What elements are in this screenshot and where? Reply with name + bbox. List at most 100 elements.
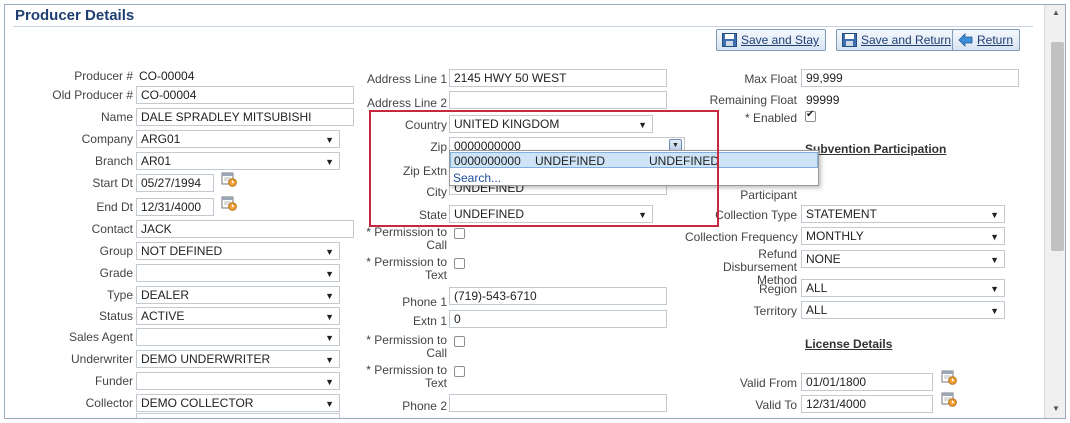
contact-field[interactable]: JACK xyxy=(136,220,354,238)
address-line-1-field[interactable]: 2145 HWY 50 WEST xyxy=(449,69,667,87)
region-label: Region xyxy=(758,282,797,296)
save-icon xyxy=(722,33,737,47)
underwriter-label: Underwriter xyxy=(70,352,133,366)
save-and-return-button[interactable]: Save and Return xyxy=(836,29,959,51)
max-float-label: Max Float xyxy=(744,72,797,86)
end-date-field[interactable]: 12/31/4000 xyxy=(136,198,214,216)
permission-to-text-2-label: * Permission to Text xyxy=(366,363,447,390)
valid-to-field[interactable]: 12/31/4000 xyxy=(801,395,933,413)
territory-select[interactable]: ALL ▼ xyxy=(801,301,1005,319)
old-producer-number-field[interactable]: CO-00004 xyxy=(136,86,354,104)
scrollbar-thumb[interactable] xyxy=(1051,42,1064,251)
save-and-stay-label: Save and Stay xyxy=(741,33,820,47)
start-date-label: Start Dt xyxy=(92,176,133,190)
phone-1-label: Phone 1 xyxy=(402,295,447,309)
return-label: Return xyxy=(977,33,1014,47)
refund-disbursement-select[interactable]: NONE ▼ xyxy=(801,250,1005,268)
chevron-down-icon: ▼ xyxy=(325,269,334,279)
chevron-down-icon: ▼ xyxy=(325,291,334,301)
permission-to-call-label: * Permission to Call xyxy=(366,225,447,252)
calendar-icon[interactable] xyxy=(941,391,957,407)
chevron-down-icon: ▼ xyxy=(325,377,334,387)
branch-value: AR01 xyxy=(141,154,172,168)
partial-select[interactable]: ▼ xyxy=(136,413,340,418)
license-details-heading: License Details xyxy=(805,337,893,351)
status-label: Status xyxy=(98,309,133,323)
valid-to-label: Valid To xyxy=(755,398,797,412)
collection-type-select[interactable]: STATEMENT ▼ xyxy=(801,205,1005,223)
territory-label: Territory xyxy=(753,304,797,318)
collector-value: DEMO COLLECTOR xyxy=(141,396,254,410)
valid-from-field[interactable]: 01/01/1800 xyxy=(801,373,933,391)
permission-to-text-label: * Permission to Text xyxy=(366,255,447,282)
phone-2-field[interactable] xyxy=(449,394,667,412)
address-line-2-field[interactable] xyxy=(449,91,667,109)
old-producer-number-label: Old Producer # xyxy=(52,88,133,102)
branch-label: Branch xyxy=(94,154,133,168)
type-select[interactable]: DEALER ▼ xyxy=(136,286,340,304)
permission-to-call-2-checkbox[interactable] xyxy=(454,336,465,347)
remaining-float-value: 99999 xyxy=(806,93,840,107)
address-line-2-label: Address Line 2 xyxy=(366,96,447,110)
chevron-down-icon: ▼ xyxy=(325,355,334,365)
save-icon xyxy=(842,33,857,47)
enabled-checkbox[interactable] xyxy=(805,109,816,122)
funder-select[interactable]: ▼ xyxy=(136,372,340,390)
collection-frequency-select[interactable]: MONTHLY ▼ xyxy=(801,227,1005,245)
sales-agent-select[interactable]: ▼ xyxy=(136,328,340,346)
permission-to-call-checkbox[interactable] xyxy=(454,228,465,239)
chevron-down-icon: ▼ xyxy=(325,399,334,409)
chevron-down-icon: ▼ xyxy=(990,284,999,294)
scroll-up-icon[interactable]: ▲ xyxy=(1052,8,1060,17)
collector-select[interactable]: DEMO COLLECTOR ▼ xyxy=(136,394,340,412)
collection-frequency-value: MONTHLY xyxy=(806,229,864,243)
company-select[interactable]: ARG01 ▼ xyxy=(136,130,340,148)
sales-agent-label: Sales Agent xyxy=(68,330,133,344)
chevron-down-icon: ▼ xyxy=(325,157,334,167)
underwriter-value: DEMO UNDERWRITER xyxy=(141,352,271,366)
title-divider xyxy=(13,26,1033,27)
calendar-icon[interactable] xyxy=(941,369,957,385)
vertical-scrollbar[interactable]: ▲ ▼ xyxy=(1044,5,1065,418)
grade-label: Grade xyxy=(99,266,133,280)
chevron-down-icon: ▼ xyxy=(325,333,334,343)
collector-label: Collector xyxy=(85,396,133,410)
calendar-icon[interactable] xyxy=(221,195,237,211)
end-date-label: End Dt xyxy=(96,200,133,214)
permission-to-text-checkbox[interactable] xyxy=(454,258,465,269)
save-and-return-label: Save and Return xyxy=(861,33,952,47)
phone-1-field[interactable]: (719)-543-6710 xyxy=(449,287,667,305)
territory-value: ALL xyxy=(806,303,828,317)
permission-to-text-2-checkbox[interactable] xyxy=(454,366,465,377)
collection-type-value: STATEMENT xyxy=(806,207,877,221)
grade-select[interactable]: ▼ xyxy=(136,264,340,282)
status-value: ACTIVE xyxy=(141,309,185,323)
name-label: Name xyxy=(100,110,133,124)
max-float-field[interactable]: 99,999 xyxy=(801,69,1019,87)
calendar-icon[interactable] xyxy=(221,171,237,187)
underwriter-select[interactable]: DEMO UNDERWRITER ▼ xyxy=(136,350,340,368)
type-value: DEALER xyxy=(141,288,190,302)
region-select[interactable]: ALL ▼ xyxy=(801,279,1005,297)
funder-label: Funder xyxy=(94,374,133,388)
chevron-down-icon: ▼ xyxy=(325,247,334,257)
group-value: NOT DEFINED xyxy=(141,244,223,258)
contact-label: Contact xyxy=(91,222,133,236)
refund-disbursement-value: NONE xyxy=(806,252,841,266)
remaining-float-label: Remaining Float xyxy=(709,93,797,107)
permission-to-call-2-label: * Permission to Call xyxy=(366,333,447,360)
chevron-down-icon: ▼ xyxy=(990,210,999,220)
group-select[interactable]: NOT DEFINED ▼ xyxy=(136,242,340,260)
scroll-down-icon[interactable]: ▼ xyxy=(1052,404,1060,413)
start-date-field[interactable]: 05/27/1994 xyxy=(136,174,214,192)
branch-select[interactable]: AR01 ▼ xyxy=(136,152,340,170)
status-select[interactable]: ACTIVE ▼ xyxy=(136,307,340,325)
region-value: ALL xyxy=(806,281,828,295)
producer-number-label: Producer # xyxy=(74,69,133,83)
extn-1-field[interactable]: 0 xyxy=(449,310,667,328)
name-field[interactable]: DALE SPRADLEY MITSUBISHI xyxy=(136,108,354,126)
return-button[interactable]: Return xyxy=(952,29,1021,51)
extn-1-label: Extn 1 xyxy=(412,314,447,328)
save-and-stay-button[interactable]: Save and Stay xyxy=(716,29,827,51)
producer-details-panel: Producer Details Save and Stay Save and … xyxy=(4,4,1066,419)
